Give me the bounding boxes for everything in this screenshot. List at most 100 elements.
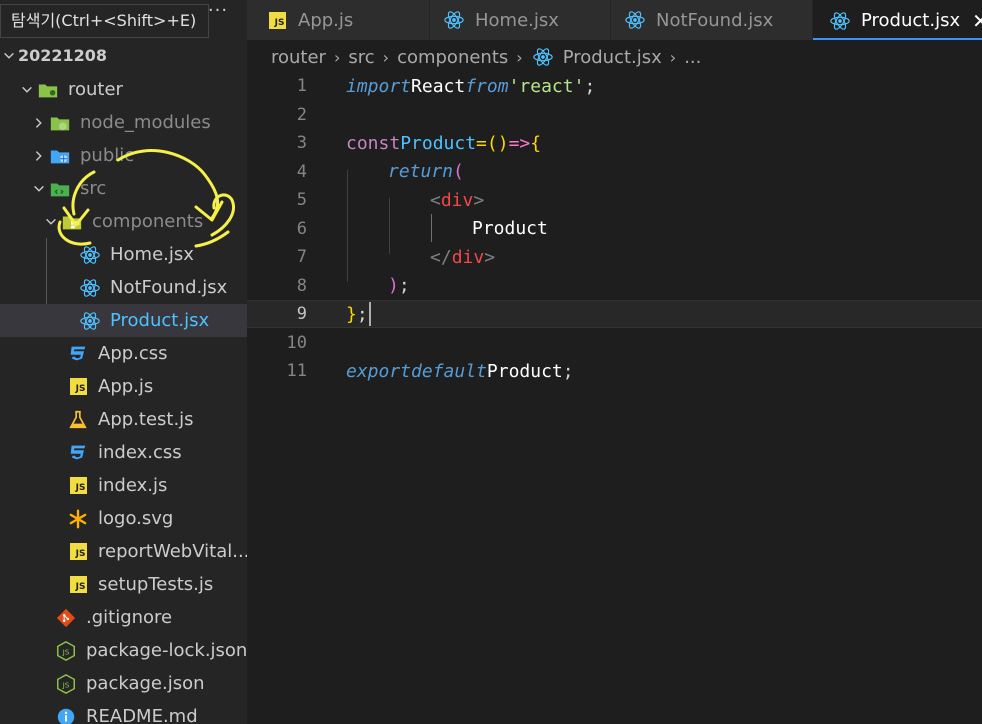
code-content: }; — [346, 300, 371, 328]
tree-item-label: logo.svg — [98, 508, 174, 529]
tree-item-app-test-js[interactable]: App.test.js — [0, 403, 247, 436]
tree-item-package-lock-json[interactable]: JS package-lock.json — [0, 634, 247, 667]
tree-item-label: Home.jsx — [110, 244, 194, 265]
tree-item-label: README.md — [86, 706, 198, 724]
tab-label: App.js — [298, 9, 354, 31]
info-icon — [54, 705, 78, 724]
tree-item-components[interactable]: components — [0, 205, 247, 238]
tree-item-label: App.css — [98, 343, 168, 364]
tab-label: Product.jsx — [861, 10, 961, 31]
js-badge: JS — [69, 378, 87, 395]
js-badge: JS — [69, 477, 87, 494]
code-content: Product — [472, 218, 548, 239]
tree-item-product-jsx[interactable]: Product.jsx — [0, 304, 247, 337]
css-icon — [66, 342, 90, 366]
chevron-down-icon — [30, 172, 48, 205]
line-number: 1 — [296, 76, 307, 96]
tab-home-jsx[interactable]: Home.jsx — [430, 0, 610, 40]
code-line-current: 9 }; — [247, 300, 982, 328]
tree-item-app-js[interactable]: JS App.js — [0, 370, 247, 403]
tree-item-label: App.test.js — [98, 409, 194, 430]
explorer-sidebar: 탐색기(Ctrl+<Shift>+E) ··· 20221208 router … — [0, 0, 247, 724]
code-editor[interactable]: 1 import React from 'react'; 2 3 const P… — [247, 72, 982, 724]
tree-item-node-modules[interactable]: node_modules — [0, 106, 247, 139]
nodejs-icon: JS — [54, 672, 78, 696]
tree-item-public[interactable]: public — [0, 139, 247, 172]
breadcrumb-separator: › — [516, 47, 523, 67]
breadcrumb-item-src[interactable]: src — [348, 47, 374, 68]
tab-notfound-jsx[interactable]: NotFound.jsx — [611, 0, 812, 40]
public-folder-icon — [48, 144, 72, 168]
code-line: 5 < div > — [247, 186, 982, 214]
tree-item-index-css[interactable]: index.css — [0, 436, 247, 469]
tree-item-label: index.css — [98, 442, 182, 463]
code-line: 11 export default Product; — [247, 357, 982, 385]
breadcrumb-item-symbols[interactable]: ... — [684, 47, 701, 68]
tree-item-reportwebvitals-js[interactable]: JS reportWebVital... — [0, 535, 247, 568]
css-icon — [66, 441, 90, 465]
breadcrumb-separator: › — [669, 47, 677, 67]
code-content: const Product = () => { — [346, 132, 542, 154]
js-icon: JS — [66, 573, 90, 597]
tree-item-app-css[interactable]: App.css — [0, 337, 247, 370]
tree-item-label: setupTests.js — [98, 574, 214, 595]
react-icon — [623, 8, 647, 32]
code-content: < div > — [430, 189, 485, 211]
line-number: 9 — [296, 304, 307, 324]
tree-item-label: NotFound.jsx — [110, 277, 228, 298]
text-cursor — [368, 302, 371, 326]
tree-item-home-jsx[interactable]: Home.jsx — [0, 238, 247, 271]
react-icon — [828, 9, 852, 33]
src-folder-icon — [48, 177, 72, 201]
code-line: 2 — [247, 101, 982, 129]
svg-text:JS: JS — [62, 680, 70, 689]
code-content: import React from 'react'; — [346, 75, 596, 97]
line-number: 8 — [296, 275, 307, 296]
workspace-root[interactable]: 20221208 — [0, 39, 247, 72]
js-icon: JS — [265, 8, 289, 32]
breadcrumb-separator: › — [382, 47, 390, 67]
tab-product-jsx[interactable]: Product.jsx ✕ — [813, 0, 982, 40]
line-number: 2 — [296, 104, 307, 125]
close-icon[interactable]: ✕ — [972, 9, 982, 33]
tree-item-label: index.js — [98, 475, 168, 496]
code-line: 4 return ( — [247, 158, 982, 186]
tree-item-readme-md[interactable]: README.md — [0, 700, 247, 724]
js-icon: JS — [66, 474, 90, 498]
explorer-tooltip: 탐색기(Ctrl+<Shift>+E) — [0, 4, 209, 38]
line-number: 11 — [286, 361, 307, 381]
line-number: 4 — [296, 161, 307, 182]
breadcrumb: router › src › components › Product.jsx … — [271, 44, 701, 70]
tree-item-index-js[interactable]: JS index.js — [0, 469, 247, 502]
breadcrumb-item-product-jsx[interactable]: Product.jsx — [563, 47, 662, 68]
tree-item-setuptests-js[interactable]: JS setupTests.js — [0, 568, 247, 601]
svg-asterisk-icon — [66, 507, 90, 531]
tab-app-js[interactable]: JS App.js — [247, 0, 429, 40]
tab-label: Home.jsx — [475, 9, 559, 31]
react-icon — [78, 276, 102, 300]
js-icon: JS — [66, 540, 90, 564]
code-content: export default Product; — [346, 360, 574, 382]
workspace-root-label: 20221208 — [18, 46, 108, 65]
js-badge: JS — [69, 543, 87, 560]
tree-item-router[interactable]: router — [0, 73, 247, 106]
tree-item-package-json[interactable]: JS package.json — [0, 667, 247, 700]
components-folder-icon — [60, 210, 84, 234]
react-icon — [531, 45, 555, 69]
line-number: 6 — [296, 218, 307, 239]
tree-item-label: reportWebVital... — [98, 541, 247, 562]
code-content: ); — [388, 275, 410, 296]
tree-item-src[interactable]: src — [0, 172, 247, 205]
line-number: 3 — [296, 133, 307, 153]
nodejs-icon: JS — [54, 639, 78, 663]
editor-tab-bar: JS App.js Home.jsx NotFound.jsx Product.… — [247, 0, 982, 40]
tree-item-gitignore[interactable]: .gitignore — [0, 601, 247, 634]
tree-item-label: src — [80, 178, 107, 199]
node-folder-icon — [48, 111, 72, 135]
breadcrumb-item-components[interactable]: components — [397, 47, 508, 68]
breadcrumb-item-router[interactable]: router — [271, 47, 326, 68]
tree-item-logo-svg[interactable]: logo.svg — [0, 502, 247, 535]
router-folder-icon — [36, 78, 60, 102]
code-line: 6 Product — [247, 215, 982, 243]
tree-item-notfound-jsx[interactable]: NotFound.jsx — [0, 271, 247, 304]
